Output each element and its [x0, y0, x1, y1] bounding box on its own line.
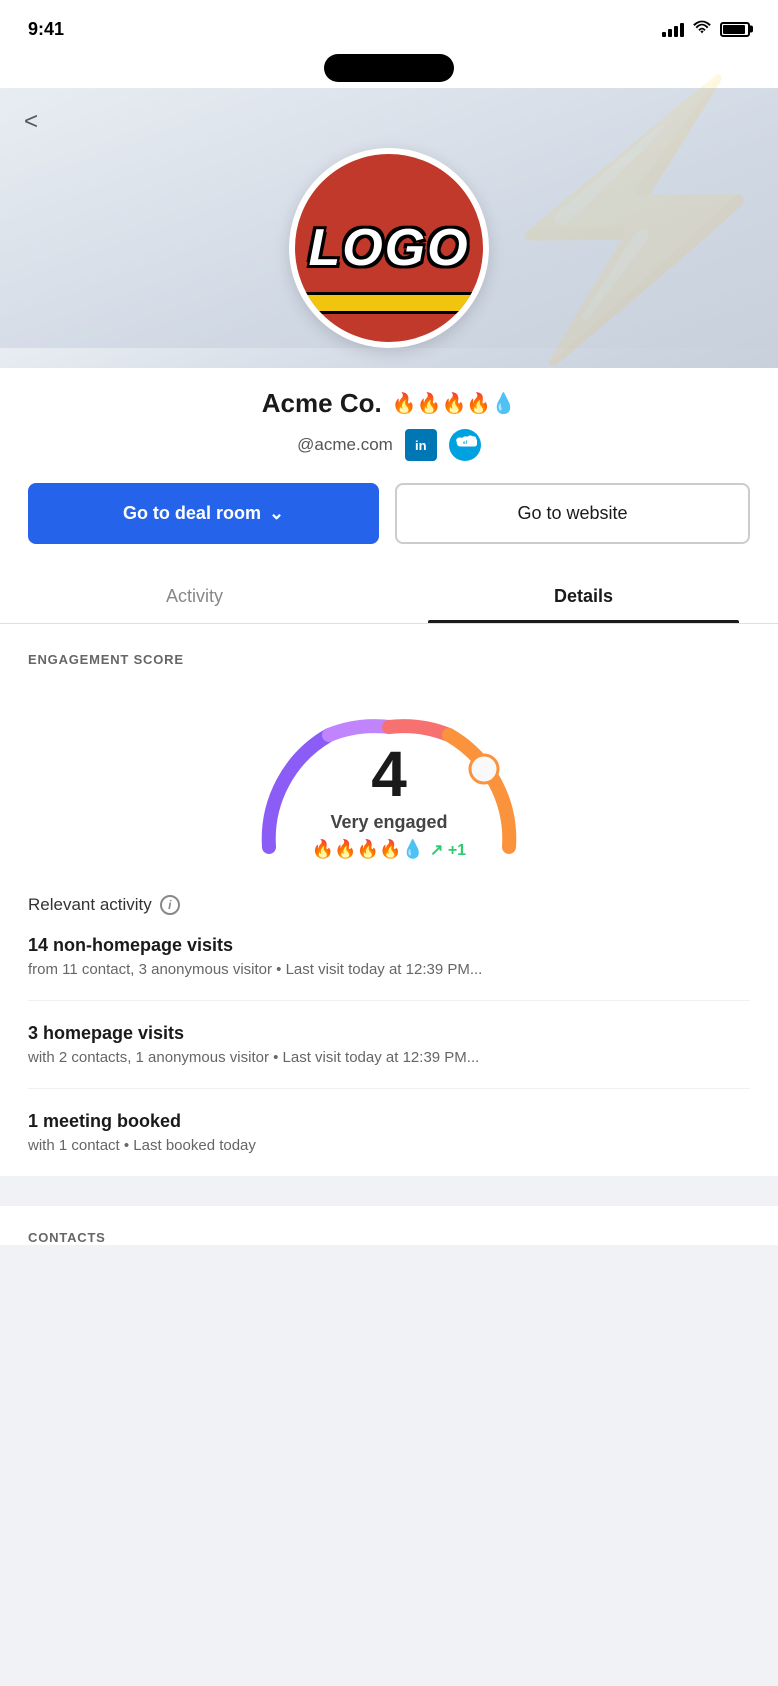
relevant-activity-header: Relevant activity i [28, 895, 750, 915]
company-info: Acme Co. 🔥🔥🔥🔥💧 @acme.com in sf [0, 368, 778, 483]
relevant-activity-section: Relevant activity i 14 non-homepage visi… [28, 895, 750, 1176]
contacts-section: CONTACTS [0, 1198, 778, 1245]
activity-title-1: 14 non-homepage visits [28, 935, 750, 956]
info-icon[interactable]: i [160, 895, 180, 915]
activity-desc-3: with 1 contact • Last booked today [28, 1137, 750, 1154]
activity-title-2: 3 homepage visits [28, 1023, 750, 1044]
hero-section: < LOGO [0, 88, 778, 368]
wifi-icon [692, 19, 712, 40]
gauge-score: 4 [312, 742, 466, 806]
battery-icon [720, 22, 750, 37]
action-buttons: Go to deal room ⌄ Go to website [0, 483, 778, 568]
company-logo: LOGO [289, 148, 489, 348]
company-handle: @acme.com [297, 435, 393, 455]
back-button[interactable]: < [24, 108, 38, 136]
activity-desc-2: with 2 contacts, 1 anonymous visitor • L… [28, 1049, 750, 1066]
tab-details[interactable]: Details [389, 568, 778, 623]
engagement-score-section: ENGAGEMENT SCORE 4 Very engaged [28, 652, 750, 867]
status-time: 9:41 [28, 19, 64, 40]
salesforce-icon[interactable]: sf [449, 429, 481, 461]
status-bar: 9:41 [0, 0, 778, 54]
company-fires: 🔥🔥🔥🔥💧 [392, 391, 517, 416]
gauge-label: Very engaged [312, 812, 466, 833]
gauge-delta: ↗ +1 [430, 840, 466, 860]
engagement-score-title: ENGAGEMENT SCORE [28, 652, 750, 667]
contacts-title: CONTACTS [28, 1230, 750, 1245]
main-content: ENGAGEMENT SCORE 4 Very engaged [0, 624, 778, 1176]
gauge-fires: 🔥🔥🔥🔥💧 ↗ +1 [312, 839, 466, 860]
activity-desc-1: from 11 contact, 3 anonymous visitor • L… [28, 961, 750, 978]
website-label: Go to website [517, 503, 627, 524]
tab-activity[interactable]: Activity [0, 568, 389, 623]
activity-title-3: 1 meeting booked [28, 1111, 750, 1132]
relevant-activity-label: Relevant activity [28, 895, 152, 915]
dropdown-chevron: ⌄ [269, 503, 284, 524]
activity-item-1: 14 non-homepage visits from 11 contact, … [28, 935, 750, 1001]
tabs: Activity Details [0, 568, 778, 624]
linkedin-icon[interactable]: in [405, 429, 437, 461]
company-handle-row: @acme.com in sf [297, 429, 481, 461]
logo-stripe [295, 292, 483, 314]
status-icons [662, 19, 750, 40]
svg-text:sf: sf [463, 440, 468, 446]
gauge-chart: 4 Very engaged 🔥🔥🔥🔥💧 ↗ +1 [28, 687, 750, 867]
deal-room-button[interactable]: Go to deal room ⌄ [28, 483, 379, 544]
website-button[interactable]: Go to website [395, 483, 750, 544]
signal-icon [662, 21, 684, 37]
company-name-row: Acme Co. 🔥🔥🔥🔥💧 [262, 388, 516, 419]
activity-item-3: 1 meeting booked with 1 contact • Last b… [28, 1111, 750, 1176]
gauge-center: 4 Very engaged 🔥🔥🔥🔥💧 ↗ +1 [312, 742, 466, 860]
activity-item-2: 3 homepage visits with 2 contacts, 1 ano… [28, 1023, 750, 1089]
logo-text: LOGO [308, 218, 469, 278]
deal-room-label: Go to deal room [123, 503, 261, 524]
company-name: Acme Co. [262, 388, 382, 419]
